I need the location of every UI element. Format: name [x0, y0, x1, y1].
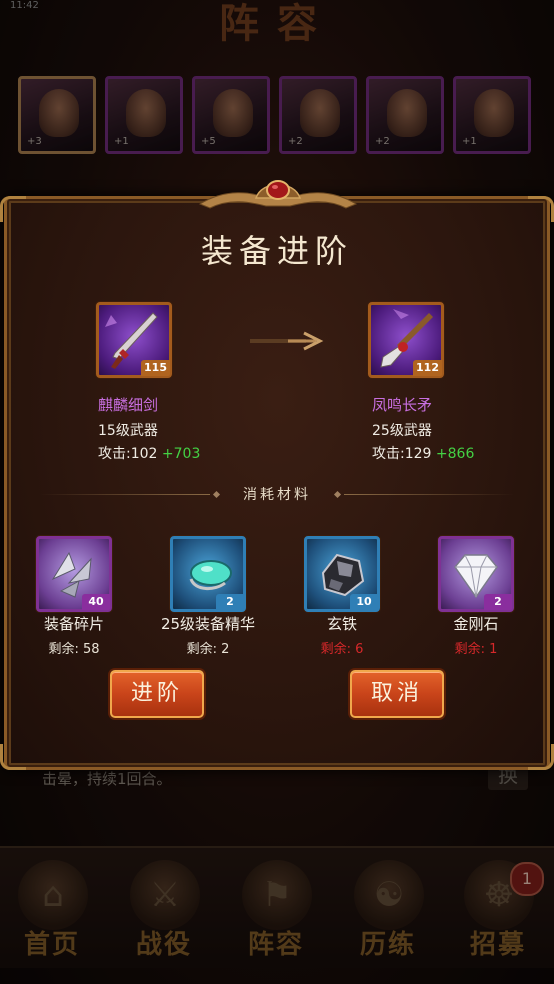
- to-item-slot[interactable]: 112: [368, 302, 444, 378]
- frame-corner: [0, 196, 26, 222]
- from-item-attack: 攻击:102 +703: [98, 443, 200, 463]
- item-level: 115: [141, 360, 170, 376]
- to-item-type: 25级武器: [372, 423, 432, 439]
- from-item-slot[interactable]: 115: [96, 302, 172, 378]
- attack-bonus: +866: [435, 446, 475, 462]
- divider-line: [40, 494, 210, 495]
- material-remaining: 剩余: 1: [454, 642, 498, 657]
- frame-corner: [528, 744, 554, 770]
- material-required-count: 2: [484, 594, 512, 610]
- material-remaining: 剩余: 6: [320, 642, 364, 657]
- cancel-button[interactable]: 取消: [350, 670, 444, 718]
- attack-value: 攻击:129: [372, 446, 432, 462]
- dialog-title: 装备进阶: [200, 232, 353, 270]
- material-required-count: 2: [216, 594, 244, 610]
- arrow-right-icon: [250, 331, 324, 351]
- material-slot[interactable]: 2: [170, 536, 246, 612]
- material-name: 25级装备精华: [160, 615, 256, 633]
- dialog-crest-ornament: [198, 180, 358, 209]
- material-slot[interactable]: 2: [438, 536, 514, 612]
- material-name: 装备碎片: [43, 615, 104, 633]
- to-item-name: 凤鸣长矛: [372, 396, 433, 414]
- material-name: 金刚石: [453, 615, 499, 633]
- material-name: 玄铁: [326, 615, 357, 633]
- item-level: 112: [413, 360, 442, 376]
- upgrade-button[interactable]: 进阶: [110, 670, 204, 718]
- from-item-type: 15级武器: [98, 423, 158, 439]
- to-item-attack: 攻击:129 +866: [372, 443, 474, 463]
- material-required-count: 10: [350, 594, 378, 610]
- frame-corner: [528, 196, 554, 222]
- divider-line: [344, 494, 514, 495]
- material-remaining: 剩余: 58: [48, 642, 100, 657]
- materials-heading: 消耗材料: [220, 484, 334, 504]
- from-item-name: 麒麟细剑: [98, 396, 159, 414]
- material-slot[interactable]: 10: [304, 536, 380, 612]
- material-required-count: 40: [82, 594, 110, 610]
- material-slot[interactable]: 40: [36, 536, 112, 612]
- attack-bonus: +703: [161, 446, 201, 462]
- material-remaining: 剩余: 2: [186, 642, 230, 657]
- attack-value: 攻击:102: [98, 446, 158, 462]
- upgrade-dialog: [4, 196, 550, 770]
- frame-corner: [0, 744, 26, 770]
